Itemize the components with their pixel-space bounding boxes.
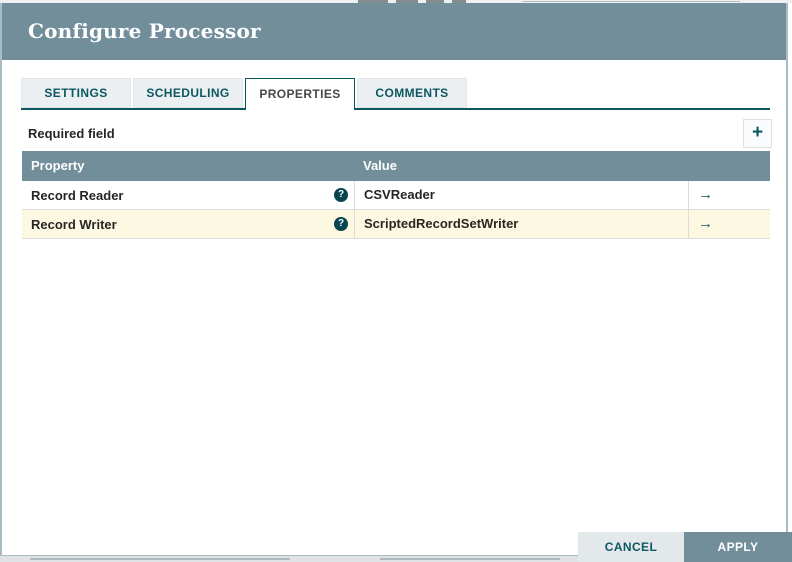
required-field-label: Required field [28,126,115,141]
question-circle-icon[interactable]: ? [334,188,348,202]
tab-comments[interactable]: COMMENTS [357,78,467,108]
dialog-title: Configure Processor [28,19,261,43]
dialog-header: Configure Processor [2,3,786,60]
question-circle-icon[interactable]: ? [334,217,348,231]
tab-settings[interactable]: SETTINGS [21,78,131,108]
plus-icon: + [751,122,764,143]
property-value-cell[interactable]: ScriptedRecordSetWriter [354,210,688,238]
go-to-arrow-icon[interactable]: → [698,210,713,237]
cancel-button[interactable]: CANCEL [578,532,684,562]
tab-properties[interactable]: PROPERTIES [245,78,355,110]
apply-button[interactable]: APPLY [684,532,792,562]
configure-processor-dialog: Configure Processor SETTINGS SCHEDULING … [0,3,788,556]
column-header-property: Property [31,158,85,173]
property-name: Record Writer [31,216,117,232]
go-to-arrow-icon[interactable]: → [698,181,713,208]
add-property-button[interactable]: + [743,119,772,148]
backdrop-fragment [30,558,290,560]
tab-scheduling[interactable]: SCHEDULING [133,78,243,108]
property-name-cell: Record Writer ? [22,210,354,238]
backdrop-fragment [380,558,560,560]
column-header-value: Value [363,158,397,173]
tab-underline [21,108,770,110]
property-value-cell[interactable]: CSVReader [354,181,688,209]
tab-bar: SETTINGS SCHEDULING PROPERTIES COMMENTS [21,78,770,110]
table-row[interactable]: Record Writer ? ScriptedRecordSetWriter … [22,210,770,239]
table-header-row: Property Value [22,151,770,181]
table-row[interactable]: Record Reader ? CSVReader → [22,181,770,210]
go-to-service-cell[interactable]: → [688,210,770,238]
property-name-cell: Record Reader ? [22,181,354,209]
go-to-service-cell[interactable]: → [688,181,770,209]
column-header-goto [688,151,770,181]
properties-table: Property Value Record Reader ? CSVReader… [22,151,770,239]
property-name: Record Reader [31,187,124,203]
backdrop-fragment [522,1,740,2]
